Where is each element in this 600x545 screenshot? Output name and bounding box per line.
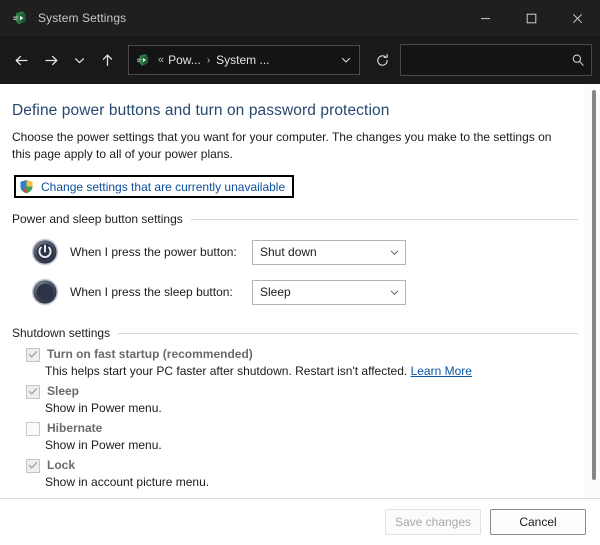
maximize-icon[interactable] bbox=[508, 0, 554, 36]
close-icon[interactable] bbox=[554, 0, 600, 36]
power-sleep-section: Power and sleep button settings When I p… bbox=[12, 212, 578, 312]
scroll-area: Define power buttons and turn on passwor… bbox=[0, 84, 600, 499]
shutdown-options-list: Turn on fast startup (recommended) This … bbox=[12, 346, 578, 490]
breadcrumb[interactable]: « Pow... › System ... bbox=[155, 53, 333, 67]
page-body: Define power buttons and turn on passwor… bbox=[0, 84, 600, 490]
navigation-bar: « Pow... › System ... bbox=[0, 36, 600, 84]
fast-startup-description: This helps start your PC faster after sh… bbox=[26, 363, 578, 379]
section-divider bbox=[190, 218, 578, 220]
recent-locations-chevron-down-icon[interactable] bbox=[66, 45, 92, 75]
title-bar: System Settings bbox=[0, 0, 600, 36]
power-sleep-section-title: Power and sleep button settings bbox=[12, 212, 183, 226]
cancel-button[interactable]: Cancel bbox=[490, 509, 586, 535]
fast-startup-checkbox[interactable] bbox=[26, 348, 40, 362]
window-title: System Settings bbox=[38, 11, 127, 25]
chevron-down-icon[interactable] bbox=[383, 242, 405, 263]
sleep-button-row: When I press the sleep button: Sleep bbox=[12, 272, 578, 312]
uac-shield-icon bbox=[19, 179, 34, 194]
footer-bar: Save changes Cancel bbox=[0, 498, 600, 545]
sleep-checkbox[interactable] bbox=[26, 385, 40, 399]
breadcrumb-item-system[interactable]: System ... bbox=[215, 53, 270, 67]
breadcrumb-separator: › bbox=[206, 54, 211, 66]
title-bar-left: System Settings bbox=[0, 9, 462, 27]
check-icon bbox=[28, 462, 38, 469]
sleep-button-label: When I press the sleep button: bbox=[70, 285, 233, 299]
forward-arrow-icon[interactable] bbox=[36, 45, 66, 75]
power-button-dropdown-value: Shut down bbox=[260, 245, 317, 259]
fast-startup-description-text: This helps start your PC faster after sh… bbox=[45, 364, 408, 378]
check-icon bbox=[28, 388, 38, 395]
address-chevron-down-icon[interactable] bbox=[333, 47, 359, 73]
window-controls bbox=[462, 0, 600, 36]
lock-checkbox[interactable] bbox=[26, 459, 40, 473]
save-changes-button[interactable]: Save changes bbox=[385, 509, 481, 535]
fast-startup-label: Turn on fast startup (recommended) bbox=[47, 347, 253, 361]
vertical-scrollbar[interactable] bbox=[585, 84, 600, 499]
system-settings-icon bbox=[11, 9, 29, 27]
search-input[interactable] bbox=[401, 53, 565, 67]
breadcrumb-item-power[interactable]: Pow... bbox=[167, 53, 202, 67]
page-title: Define power buttons and turn on passwor… bbox=[12, 102, 390, 119]
list-item[interactable]: Lock bbox=[26, 457, 578, 473]
lock-option-description: Show in account picture menu. bbox=[45, 475, 210, 489]
sleep-option-label: Sleep bbox=[47, 384, 80, 398]
section-divider bbox=[118, 332, 578, 334]
sleep-button-icon bbox=[30, 277, 60, 307]
list-item[interactable]: Sleep bbox=[26, 383, 578, 399]
power-button-icon bbox=[30, 237, 60, 267]
control-panel-icon bbox=[135, 52, 151, 68]
sleep-option-description: Show in Power menu. bbox=[45, 401, 162, 415]
change-settings-highlight-box[interactable]: Change settings that are currently unava… bbox=[14, 175, 295, 198]
up-arrow-icon[interactable] bbox=[92, 45, 122, 75]
search-box[interactable] bbox=[400, 44, 592, 76]
breadcrumb-overflow[interactable]: « bbox=[155, 54, 167, 66]
scrollbar-thumb[interactable] bbox=[592, 90, 596, 480]
hibernate-option-description: Show in Power menu. bbox=[45, 438, 162, 452]
power-button-dropdown[interactable]: Shut down bbox=[252, 239, 406, 265]
check-icon bbox=[28, 351, 38, 358]
sleep-button-dropdown[interactable]: Sleep bbox=[252, 279, 406, 305]
power-button-row: When I press the power button: Shut down bbox=[12, 232, 578, 272]
list-item[interactable]: Hibernate bbox=[26, 420, 578, 436]
back-arrow-icon[interactable] bbox=[6, 45, 36, 75]
sleep-button-dropdown-value: Sleep bbox=[260, 285, 291, 299]
minimize-icon[interactable] bbox=[462, 0, 508, 36]
change-settings-link[interactable]: Change settings that are currently unava… bbox=[41, 180, 285, 194]
content-area: Define power buttons and turn on passwor… bbox=[0, 84, 600, 545]
page-description: Choose the power settings that you want … bbox=[12, 130, 552, 161]
hibernate-checkbox[interactable] bbox=[26, 422, 40, 436]
system-settings-window: System Settings « Pow... › System ... De… bbox=[0, 0, 600, 545]
power-sleep-section-header: Power and sleep button settings bbox=[12, 212, 578, 226]
shutdown-section-header: Shutdown settings bbox=[12, 326, 578, 340]
learn-more-link[interactable]: Learn More bbox=[411, 364, 472, 378]
chevron-down-icon[interactable] bbox=[383, 282, 405, 303]
power-button-label: When I press the power button: bbox=[70, 245, 237, 259]
refresh-icon[interactable] bbox=[368, 46, 396, 74]
shutdown-section-title: Shutdown settings bbox=[12, 326, 111, 340]
list-item[interactable]: Turn on fast startup (recommended) bbox=[26, 346, 578, 362]
address-bar[interactable]: « Pow... › System ... bbox=[128, 45, 360, 75]
search-icon[interactable] bbox=[565, 46, 591, 74]
hibernate-option-label: Hibernate bbox=[47, 421, 103, 435]
shutdown-section: Shutdown settings Turn on fast startup (… bbox=[12, 326, 578, 490]
lock-option-label: Lock bbox=[47, 458, 76, 472]
